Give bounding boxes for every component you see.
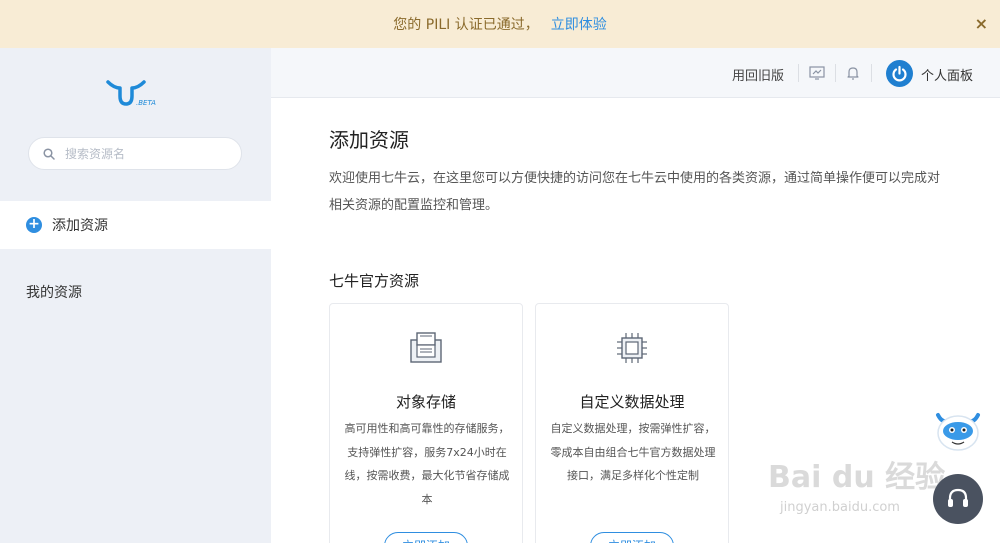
try-now-link[interactable]: 立即体验 (551, 14, 607, 34)
banner-message: 您的 PILI 认证已通过， (393, 17, 539, 33)
qiniu-logo[interactable]: .BETA (106, 78, 166, 110)
feedback-icon[interactable] (808, 64, 826, 82)
divider (835, 64, 836, 82)
top-banner: 您的 PILI 认证已通过， 立即体验 × (0, 0, 1000, 48)
chip-icon (617, 333, 647, 363)
add-now-button[interactable]: 立即添加 (384, 532, 468, 543)
section-title: 七牛官方资源 (329, 272, 420, 290)
sidebar-item-label: 添加资源 (52, 218, 108, 234)
resource-card-custom-data-processing[interactable]: 自定义数据处理 自定义数据处理，按需弹性扩容，零成本自由组合七牛官方数据处理接口… (535, 303, 729, 543)
resource-card-object-storage[interactable]: 对象存储 高可用性和高可靠性的存储服务，支持弹性扩容，服务7x24小时在线，按需… (329, 303, 523, 543)
search-box[interactable] (28, 137, 242, 170)
card-description: 高可用性和高可靠性的存储服务，支持弹性扩容，服务7x24小时在线，按需收费，最大… (344, 422, 510, 506)
close-icon[interactable]: × (975, 14, 988, 33)
divider (798, 64, 799, 82)
plus-circle-icon: + (26, 217, 42, 233)
search-icon (43, 147, 55, 160)
search-input[interactable] (65, 146, 215, 161)
headset-icon (948, 488, 968, 507)
bell-icon[interactable] (844, 64, 862, 82)
sidebar: .BETA + 添加资源 我的资源 (0, 48, 271, 543)
sidebar-item-my-resources[interactable]: 我的资源 (26, 282, 82, 302)
card-description: 自定义数据处理，按需弹性扩容，零成本自由组合七牛官方数据处理接口，满足多样化个性… (550, 422, 716, 482)
old-version-link[interactable]: 用回旧版 (732, 65, 784, 84)
top-bar: 用回旧版 个人面板 (271, 48, 1000, 98)
watermark-url: jingyan.baidu.com (780, 500, 900, 515)
storage-icon (410, 332, 442, 363)
customer-support-button[interactable] (933, 474, 983, 524)
divider (871, 64, 872, 82)
mascot-icon[interactable] (932, 405, 984, 455)
watermark: Bai du 经验 (768, 460, 946, 495)
logo-beta-badge: .BETA (136, 99, 156, 107)
intro-text: 欢迎使用七牛云，在这里您可以方便快捷的访问您在七牛云中使用的各类资源，通过简单操… (329, 171, 941, 213)
card-title: 自定义数据处理 (579, 393, 685, 411)
power-icon (892, 65, 907, 82)
avatar[interactable] (886, 60, 913, 87)
sidebar-item-add-resource[interactable]: + 添加资源 (0, 201, 271, 249)
personal-panel-link[interactable]: 个人面板 (921, 65, 973, 84)
add-now-button[interactable]: 立即添加 (590, 532, 674, 543)
card-title: 对象存储 (395, 393, 456, 411)
page-title: 添加资源 (329, 128, 409, 152)
